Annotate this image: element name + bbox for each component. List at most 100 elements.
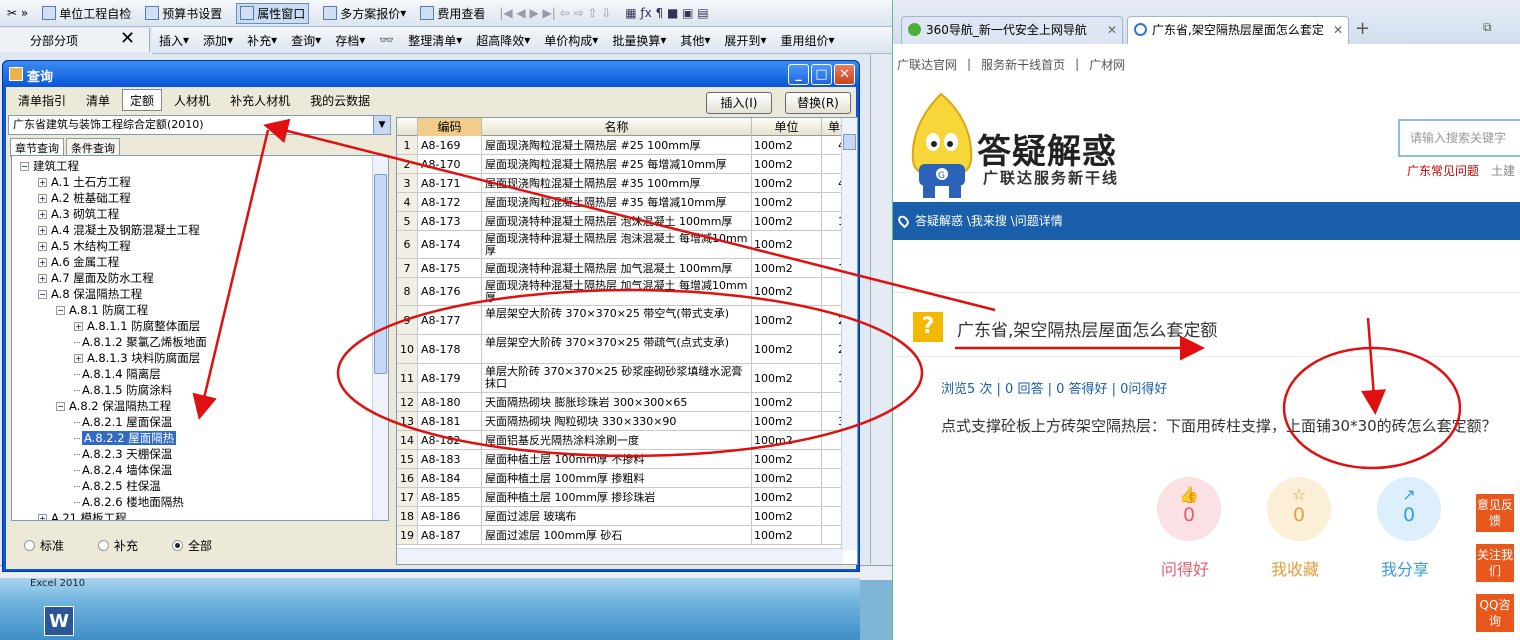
tab-list-icon[interactable]: ⧉ <box>1483 20 1492 35</box>
tree-node[interactable]: + A.5 木结构工程 <box>20 238 388 254</box>
close-tab-icon[interactable]: ✕ <box>1107 17 1117 43</box>
tree-node[interactable]: A.8.2.4 墙体保温 <box>20 462 388 478</box>
side-button[interactable]: 意见反馈 <box>1476 494 1514 532</box>
toolbar-multi-quote[interactable]: 多方案报价 ▾ <box>323 5 406 22</box>
header-code[interactable]: 编码 <box>418 118 482 136</box>
tree-node[interactable]: + A.21 模板工程 <box>20 510 388 520</box>
table-row[interactable]: 16A8-184屋面种植土层 100mm厚 掺粗料100m272 <box>397 469 857 488</box>
expand-icon[interactable]: + <box>74 354 83 363</box>
action-label[interactable]: 我分享 <box>1381 556 1429 580</box>
collapse-icon[interactable]: − <box>56 306 65 315</box>
tree-node[interactable]: + A.7 屋面及防水工程 <box>20 270 388 286</box>
tree-node[interactable]: A.8.2.6 楼地面隔热 <box>20 494 388 510</box>
expand-icon[interactable]: + <box>38 210 47 219</box>
replace-button[interactable]: 替换(R) <box>785 92 851 114</box>
expand-icon[interactable]: + <box>38 274 47 283</box>
expand-icon[interactable]: + <box>38 194 47 203</box>
collapse-icon[interactable]: − <box>20 162 29 171</box>
expand-icon[interactable]: + <box>38 514 47 520</box>
tree-node[interactable]: − A.8.1 防腐工程 <box>20 302 388 318</box>
table-row[interactable]: 12A8-180天面隔热砌块 膨胀珍珠岩 300×300×65100m225 <box>397 393 857 412</box>
close-icon[interactable]: ✕ <box>834 64 855 85</box>
binoculars-icon[interactable]: 👓 <box>379 33 394 47</box>
tb2-insert[interactable]: 插入 ▾ <box>159 32 189 49</box>
browser-tab-360[interactable]: 360导航_新一代安全上网导航 ✕ <box>901 16 1123 44</box>
cut-icon[interactable]: ✂ » <box>7 6 28 20</box>
nav-link[interactable]: 服务新干线首页 <box>981 56 1065 73</box>
table-row[interactable]: 1A8-169屋面现浇陶粒混凝土隔热层 #25 100mm厚100m2425 <box>397 136 857 155</box>
tree-node[interactable]: + A.2 桩基础工程 <box>20 190 388 206</box>
tb2-archive[interactable]: 存档 ▾ <box>335 32 365 49</box>
radio-option[interactable]: 全部 <box>172 537 212 554</box>
link-gd-faq[interactable]: 广东常见问题 <box>1407 164 1479 178</box>
radio-icon[interactable] <box>172 540 184 551</box>
tb2-other[interactable]: 其他 ▾ <box>680 32 710 49</box>
radio-icon[interactable] <box>98 540 110 551</box>
word-icon[interactable]: W <box>44 606 74 636</box>
expand-icon[interactable]: + <box>38 178 47 187</box>
tree-node[interactable]: A.8.2.5 柱保温 <box>20 478 388 494</box>
action-1-button[interactable]: ☆ 0 <box>1267 477 1331 541</box>
new-tab-button[interactable]: + <box>1355 18 1370 39</box>
tree-node[interactable]: + A.4 混凝土及钢筋混凝土工程 <box>20 222 388 238</box>
tree-node[interactable]: − 建筑工程 <box>20 158 388 174</box>
action-label[interactable]: 我收藏 <box>1271 556 1319 580</box>
toolbar-fee-view[interactable]: 费用查看 <box>420 5 485 22</box>
tab-list[interactable]: 清单 <box>78 89 118 111</box>
tree-node[interactable]: + A.6 金属工程 <box>20 254 388 270</box>
tb2-reuse[interactable]: 重用组价 ▾ <box>780 32 834 49</box>
chevron-down-icon[interactable]: ▼ <box>373 116 390 134</box>
action-0-button[interactable]: 👍 0 <box>1157 477 1221 541</box>
action-label[interactable]: 问得好 <box>1161 556 1209 580</box>
table-row[interactable]: 10 A8-178 单层架空大阶砖 370×370×25 带疏气(点式支承) 100m… <box>397 335 857 364</box>
table-hscrollbar[interactable] <box>397 548 843 564</box>
tb2-add[interactable]: 添加 ▾ <box>203 32 233 49</box>
table-row[interactable]: 6A8-174屋面现浇特种混凝土隔热层 泡沫混凝土 每增减10mm厚100m21… <box>397 231 857 259</box>
toolbar-budget-settings[interactable]: 预算书设置 <box>145 5 222 22</box>
tree-node[interactable]: − A.8.2 保温隔热工程 <box>20 398 388 414</box>
browser-tab-question[interactable]: 广东省,架空隔热层屋面怎么套定 ✕ <box>1127 16 1349 44</box>
misc-tools-icon[interactable]: ▦ ƒx ¶ ■ ▣ ▤ <box>625 6 708 20</box>
expand-icon[interactable]: + <box>38 242 47 251</box>
header-name[interactable]: 名称 <box>482 118 752 136</box>
tree-node[interactable]: + A.3 砌筑工程 <box>20 206 388 222</box>
tree-node[interactable]: − A.8 保温隔热工程 <box>20 286 388 302</box>
tb2-query[interactable]: 查询 ▾ <box>291 32 321 49</box>
maximize-icon[interactable]: □ <box>811 64 832 85</box>
radio-option[interactable]: 标准 <box>24 537 64 554</box>
nav-link[interactable]: 广材网 <box>1089 56 1125 73</box>
table-row[interactable]: 8A8-176屋面现浇特种混凝土隔热层 加气混凝土 每增减10mm厚100m21… <box>397 278 857 306</box>
tree-scrollbar[interactable] <box>372 156 388 520</box>
tab-labor-material[interactable]: 人材机 <box>166 89 218 111</box>
nav-link[interactable]: 广联达官网 <box>897 56 957 73</box>
table-row[interactable]: 14A8-182屋面铝基反光隔热涂料涂刷一度100m21 <box>397 431 857 450</box>
tb2-organize[interactable]: 整理清单 ▾ <box>408 32 462 49</box>
link-civil[interactable]: 土建 <box>1491 164 1515 178</box>
header-unit[interactable]: 单位 <box>752 118 822 136</box>
collapse-icon[interactable]: − <box>56 402 65 411</box>
table-row[interactable]: 9 A8-177 单层架空大阶砖 370×370×25 带空气(带式支承) 100m2… <box>397 306 857 335</box>
tb2-unitprice[interactable]: 单价构成 ▾ <box>544 32 598 49</box>
tree-node[interactable]: A.8.1.4 隔离层 <box>20 366 388 382</box>
expand-icon[interactable]: + <box>38 226 47 235</box>
table-row[interactable]: 17A8-185屋面种植土层 100mm厚 掺珍珠岩100m220 <box>397 488 857 507</box>
table-row[interactable]: 13A8-181天面隔热砌块 陶粒砌块 330×330×90100m2342 <box>397 412 857 431</box>
side-button[interactable]: 关注我们 <box>1476 544 1514 582</box>
table-row[interactable]: 19A8-187屋面过滤层 100mm厚 砂石100m213 <box>397 526 857 545</box>
tab-list-guide[interactable]: 清单指引 <box>10 89 74 111</box>
tree-node[interactable]: A.8.1.2 聚氯乙烯板地面 <box>20 334 388 350</box>
quota-library-select[interactable]: 广东省建筑与装饰工程综合定额(2010) ▼ <box>8 115 391 135</box>
tb2-batch[interactable]: 批量换算 ▾ <box>612 32 666 49</box>
table-row[interactable]: 2A8-170屋面现浇陶粒混凝土隔热层 #25 每增减10mm厚100m241 <box>397 155 857 174</box>
expand-icon[interactable]: + <box>74 322 83 331</box>
tree-node[interactable]: + A.8.1.3 块料防腐面层 <box>20 350 388 366</box>
table-scrollbar[interactable] <box>841 118 857 550</box>
close-tab-icon[interactable]: ✕ <box>1333 17 1343 43</box>
breadcrumb-text[interactable]: 答疑解惑 \我来搜 \问题详情 <box>915 214 1063 228</box>
tree-node[interactable]: A.8.2.2 屋面隔热 <box>20 430 388 446</box>
table-scroll-thumb[interactable] <box>843 134 856 150</box>
app-scrollbar[interactable] <box>870 54 890 564</box>
table-row[interactable]: 15A8-183屋面种植土层 100mm厚 不掺料100m25 <box>397 450 857 469</box>
tb2-height[interactable]: 超高降效 ▾ <box>476 32 530 49</box>
tree-node[interactable]: + A.1 土石方工程 <box>20 174 388 190</box>
